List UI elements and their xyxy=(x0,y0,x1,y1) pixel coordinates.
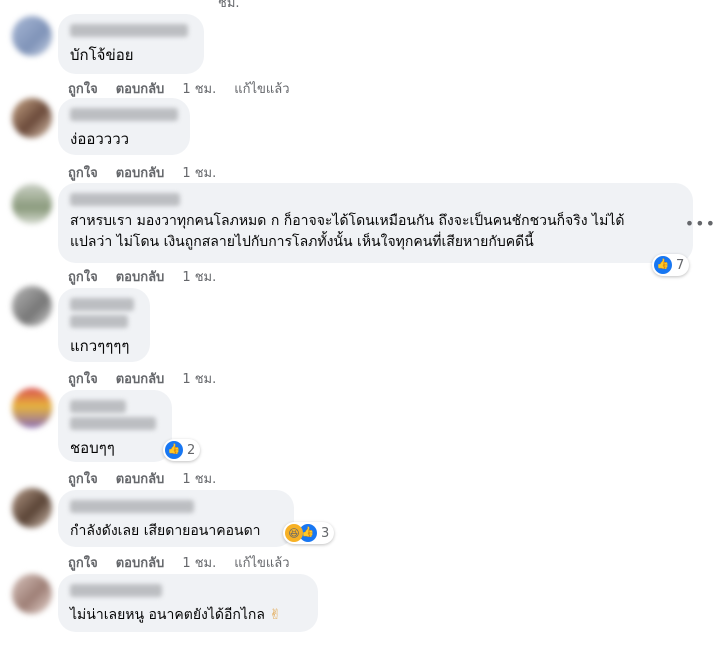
reaction-count[interactable]: 👍 2 xyxy=(163,439,201,461)
author-name[interactable] xyxy=(70,108,178,121)
author-name[interactable] xyxy=(70,193,180,206)
comment-bubble: แกวๆๆๆๆ xyxy=(58,288,150,362)
like-icon: 👍 xyxy=(165,441,183,459)
avatar[interactable] xyxy=(12,488,52,528)
reaction-count[interactable]: 👍 7 xyxy=(652,254,690,276)
reaction-number: 2 xyxy=(187,442,196,458)
more-options-icon[interactable]: ••• xyxy=(685,214,716,233)
comment-actions: ถูกใจ ตอบกลับ 1 ชม. แก้ไขแล้ว xyxy=(68,552,308,573)
victory-hand-icon: ✌ xyxy=(269,607,282,623)
comment-actions: ถูกใจ ตอบกลับ 1 ชม. แก้ไขแล้ว xyxy=(68,78,308,99)
comment-bubble: ไม่น่าเลยหนู อนาคตยังได้อีกไกล ✌ xyxy=(58,574,318,632)
reply-link[interactable]: ตอบกลับ xyxy=(116,468,165,489)
comment-bubble: สาหรบเรา มองวาทุกคนโลภหมด ก ก็อาจจะได้โด… xyxy=(58,183,693,263)
author-name[interactable] xyxy=(70,24,188,37)
reply-link[interactable]: ตอบกลับ xyxy=(116,552,165,573)
timestamp[interactable]: 1 ชม. xyxy=(182,162,216,183)
timestamp[interactable]: 1 ชม. xyxy=(182,552,216,573)
comment-bubble: ง่ออวววว xyxy=(58,98,190,155)
avatar[interactable] xyxy=(12,388,52,428)
avatar[interactable] xyxy=(12,286,52,326)
like-link[interactable]: ถูกใจ xyxy=(68,468,98,489)
comment-text: ชอบๆๆ xyxy=(70,439,115,457)
comment-text: แกวๆๆๆๆ xyxy=(70,337,130,355)
like-link[interactable]: ถูกใจ xyxy=(68,368,98,389)
like-link[interactable]: ถูกใจ xyxy=(68,552,98,573)
top-time: ชม. xyxy=(218,0,240,11)
reply-link[interactable]: ตอบกลับ xyxy=(116,162,165,183)
comment-actions: ถูกใจ ตอบกลับ 1 ชม. xyxy=(68,368,234,389)
timestamp[interactable]: 1 ชม. xyxy=(182,266,216,287)
timestamp[interactable]: 1 ชม. xyxy=(182,468,216,489)
author-name[interactable] xyxy=(70,584,162,597)
comment-actions: ถูกใจ ตอบกลับ 1 ชม. xyxy=(68,266,234,287)
comment-text-line-1: สาหรบเรา มองวาทุกคนโลภหมด ก ก็อาจจะได้โด… xyxy=(70,213,625,229)
author-name[interactable] xyxy=(70,500,194,513)
reaction-number: 3 xyxy=(321,525,330,541)
like-link[interactable]: ถูกใจ xyxy=(68,162,98,183)
like-link[interactable]: ถูกใจ xyxy=(68,78,98,99)
comment-actions: ถูกใจ ตอบกลับ 1 ชม. xyxy=(68,162,234,183)
comment-text: ไม่น่าเลยหนู อนาคตยังได้อีกไกล ✌ xyxy=(70,605,306,626)
reaction-number: 7 xyxy=(676,257,685,273)
comment-bubble: ชอบๆๆ xyxy=(58,390,172,462)
comment-bubble: กำลังดังเลย เสียดายอนาคอนดา xyxy=(58,490,294,547)
comment-actions: ถูกใจ ตอบกลับ 1 ชม. xyxy=(68,468,234,489)
timestamp[interactable]: 1 ชม. xyxy=(182,78,216,99)
reply-link[interactable]: ตอบกลับ xyxy=(116,266,165,287)
author-name-line-2 xyxy=(70,315,128,328)
avatar[interactable] xyxy=(12,16,52,56)
like-link[interactable]: ถูกใจ xyxy=(68,266,98,287)
like-icon: 👍 xyxy=(654,256,672,274)
avatar[interactable] xyxy=(12,184,52,224)
timestamp[interactable]: 1 ชม. xyxy=(182,368,216,389)
comment-text: ง่ออวววว xyxy=(70,130,130,148)
author-name-line-2 xyxy=(70,417,156,430)
comment-text-line-2: แปลว่า ไม่โดน เงินถูกสลายไปกับการโลภทั้ง… xyxy=(70,234,534,250)
comment-text-content: ไม่น่าเลยหนู อนาคตยังได้อีกไกล xyxy=(70,607,265,623)
avatar[interactable] xyxy=(12,574,52,614)
author-name[interactable] xyxy=(70,298,134,311)
haha-icon: 😆 xyxy=(285,524,303,542)
reaction-count[interactable]: 😆 👍 3 xyxy=(283,522,335,544)
reply-link[interactable]: ตอบกลับ xyxy=(116,368,165,389)
comment-text: กำลังดังเลย เสียดายอนาคอนดา xyxy=(70,523,261,539)
comment-text: บักโจ้ข่อย xyxy=(70,46,134,64)
edited-label[interactable]: แก้ไขแล้ว xyxy=(234,552,289,573)
edited-label[interactable]: แก้ไขแล้ว xyxy=(234,78,289,99)
author-name[interactable] xyxy=(70,400,126,413)
comment-bubble: บักโจ้ข่อย xyxy=(58,14,204,74)
reply-link[interactable]: ตอบกลับ xyxy=(116,78,165,99)
avatar[interactable] xyxy=(12,98,52,138)
